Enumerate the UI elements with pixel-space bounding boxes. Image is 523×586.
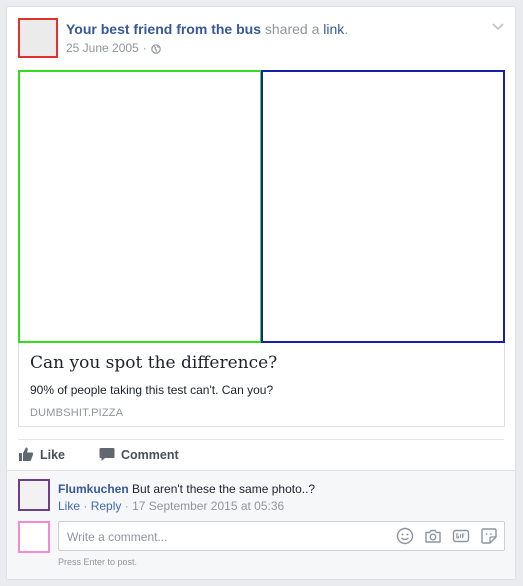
composer-hint: Press Enter to post.: [58, 557, 138, 567]
comment-input[interactable]: [65, 522, 389, 552]
comment-composer: [58, 521, 505, 552]
link-title[interactable]: Can you spot the difference?: [30, 353, 277, 373]
comment-separator: ·: [83, 499, 88, 513]
action-end: .: [344, 21, 349, 37]
action-link[interactable]: link: [323, 21, 344, 37]
comment-separator: ·: [124, 499, 129, 513]
camera-icon[interactable]: [424, 527, 442, 545]
globe-icon[interactable]: [150, 43, 161, 54]
commenter-avatar[interactable]: [18, 479, 50, 511]
like-button[interactable]: Like: [18, 446, 65, 465]
sticker-icon[interactable]: [480, 527, 498, 545]
link-preview[interactable]: Can you spot the difference? 90% of peop…: [18, 70, 505, 427]
speech-bubble-icon: [99, 446, 115, 465]
gif-icon[interactable]: [452, 527, 470, 545]
like-label: Like: [40, 448, 66, 462]
post-meta: 25 June 2005 ·: [66, 41, 161, 55]
action-bar: Like Comment: [18, 443, 179, 467]
preview-image-left[interactable]: [18, 70, 262, 343]
composer-avatar: [18, 521, 50, 553]
meta-separator: ·: [142, 41, 147, 55]
preview-image-right[interactable]: [261, 70, 505, 343]
comment-like-link[interactable]: Like: [58, 499, 80, 513]
comments-section: Flumkuchen But aren't these the same pho…: [7, 470, 515, 579]
action-text: shared a: [264, 21, 320, 37]
feed-post: Your best friend from the bus shared a l…: [6, 6, 516, 580]
comment-label: Comment: [121, 448, 179, 462]
emoji-icon[interactable]: [396, 527, 414, 545]
actions-divider: [18, 439, 504, 440]
comment-text: But aren't these the same photo..?: [132, 482, 316, 496]
commenter-name[interactable]: Flumkuchen: [58, 482, 129, 496]
comment-body: Flumkuchen But aren't these the same pho…: [58, 482, 315, 496]
comment-meta: Like · Reply · 17 September 2015 at 05:3…: [58, 499, 284, 513]
link-description: 90% of people taking this test can't. Ca…: [30, 383, 274, 397]
chevron-down-icon[interactable]: [491, 19, 505, 31]
composer-tools: [396, 527, 498, 545]
post-date[interactable]: 25 June 2005: [66, 41, 139, 55]
comment-button[interactable]: Comment: [99, 446, 179, 465]
comment-timestamp[interactable]: 17 September 2015 at 05:36: [132, 499, 284, 513]
author-name[interactable]: Your best friend from the bus: [66, 21, 261, 37]
thumbs-up-icon: [18, 446, 34, 465]
comment-reply-link[interactable]: Reply: [91, 499, 122, 513]
author-avatar[interactable]: [18, 18, 58, 58]
link-domain: DUMBSHIT.PIZZA: [30, 407, 124, 419]
post-header: Your best friend from the bus shared a l…: [66, 21, 348, 37]
